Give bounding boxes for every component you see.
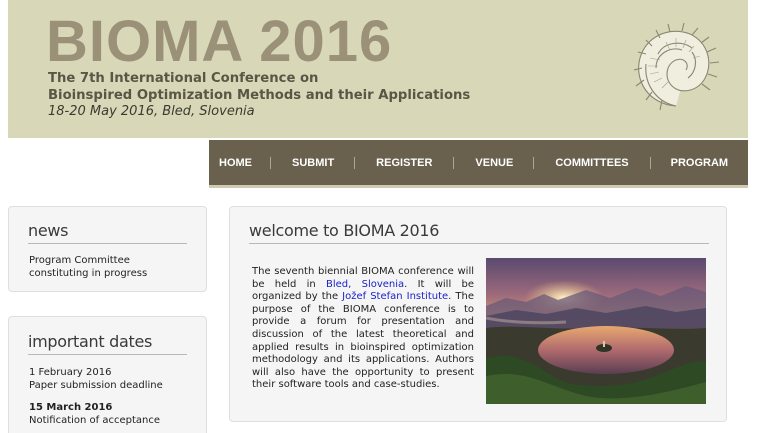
nav-committees[interactable]: COMMITTEES (555, 157, 628, 169)
bled-link[interactable]: Bled, Slovenia (326, 279, 404, 290)
institute-link[interactable]: Jožef Stefan Institute (342, 291, 448, 302)
date-label: Paper submission deadline (29, 379, 163, 391)
welcome-title: welcome to BIOMA 2016 (249, 221, 709, 244)
site-brand-title[interactable]: BIOMA 2016 (46, 10, 392, 74)
nav-separator (649, 156, 651, 169)
nav-venue[interactable]: VENUE (475, 157, 513, 169)
nav-separator (533, 156, 535, 169)
conference-name: The 7th International Conference on Bioi… (48, 70, 470, 104)
nav-separator (270, 156, 271, 169)
date-value: 15 March 2016 (29, 402, 113, 413)
news-line: constituting in progress (29, 267, 148, 279)
date-entry: 1 February 2016 Paper submission deadlin… (29, 367, 199, 392)
conference-name-line1: The 7th International Conference on (48, 71, 319, 86)
date-value: 1 February 2016 (29, 367, 112, 378)
nav-register[interactable]: REGISTER (376, 157, 432, 169)
date-label: Notification of acceptance (29, 414, 161, 426)
important-dates-box: important dates 1 February 2016 Paper su… (8, 316, 207, 433)
site-header: BIOMA 2016 The 7th International Confere… (8, 0, 748, 138)
important-dates-title: important dates (28, 332, 187, 355)
nav-separator (453, 156, 455, 169)
nav-program[interactable]: PROGRAM (671, 157, 728, 169)
nav-submit[interactable]: SUBMIT (292, 157, 334, 169)
main-nav: HOME SUBMIT REGISTER VENUE COMMITTEES PR… (209, 140, 748, 188)
welcome-text-part: . The purpose of the BIOMA conference is… (252, 291, 474, 391)
nav-separator (354, 156, 356, 169)
welcome-text: The seventh biennial BIOMA conference wi… (252, 266, 474, 392)
news-box: news Program Committee constituting in p… (8, 206, 207, 292)
date-entry: 15 March 2016 Notification of acceptance (29, 402, 199, 427)
nav-home[interactable]: HOME (219, 157, 252, 169)
news-item: Program Committee constituting in progre… (29, 255, 189, 280)
news-title: news (28, 221, 187, 244)
conference-date-place: 18-20 May 2016, Bled, Slovenia (48, 104, 255, 119)
welcome-box: welcome to BIOMA 2016 The seventh bienni… (229, 206, 727, 422)
ammonite-shell-icon (633, 22, 720, 111)
lake-bled-photo (486, 258, 706, 404)
news-line: Program Committee (29, 255, 130, 266)
conference-name-line2: Bioinspired Optimization Methods and the… (48, 88, 471, 103)
